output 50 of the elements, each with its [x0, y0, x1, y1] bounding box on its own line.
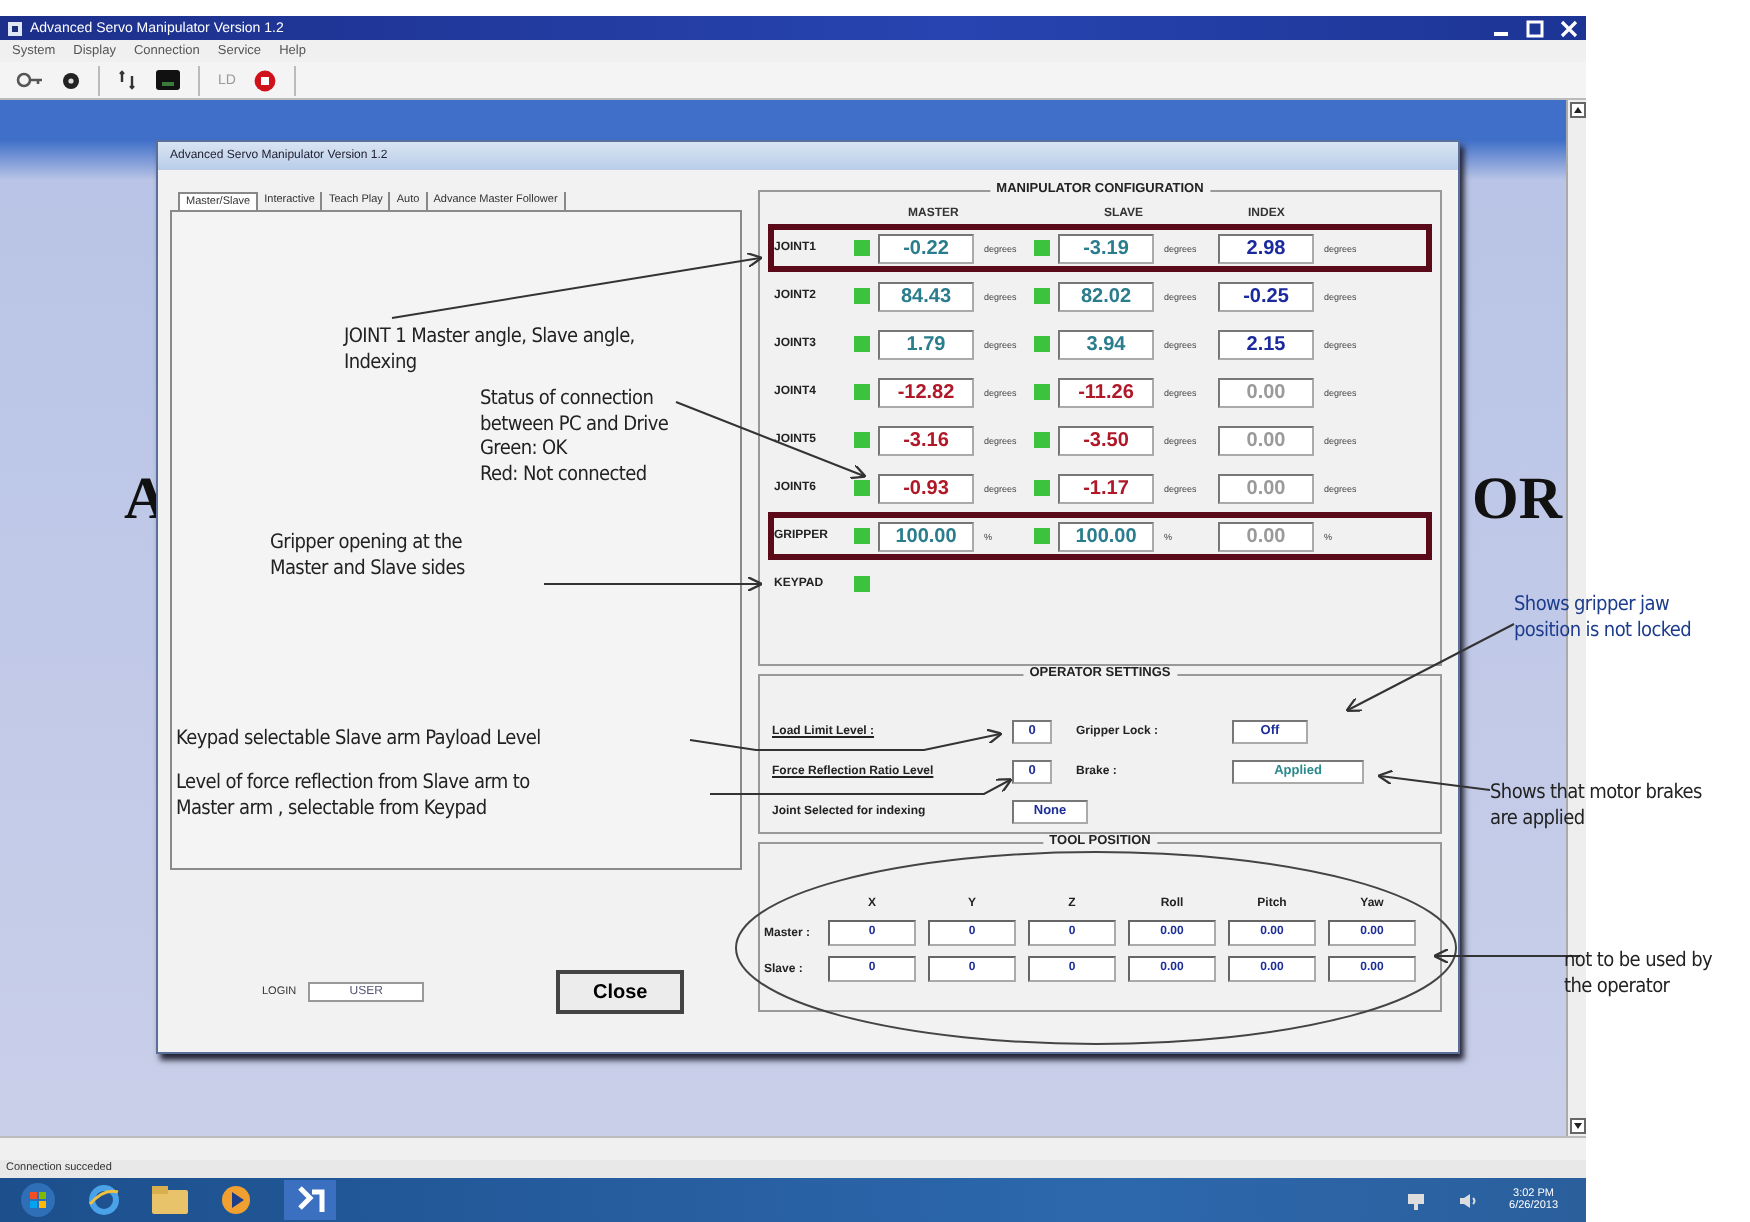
annotation-text: Shows gripper jaw position is not locked — [1514, 594, 1692, 644]
media-player-icon[interactable] — [220, 1184, 252, 1216]
annotation-text: Gripper opening at the Master and Slave sides — [270, 532, 465, 582]
value-field: 3.94 — [1058, 329, 1154, 359]
key-icon[interactable] — [16, 72, 44, 88]
folder-icon[interactable] — [152, 1186, 188, 1214]
value-field: -3.16 — [878, 425, 974, 455]
annotation-text: not to be used by the operator — [1564, 950, 1713, 1000]
value-field: 82.02 — [1058, 281, 1154, 311]
value-field: 84.43 — [878, 281, 974, 311]
annotation-text: Status of connection between PC and Drive Green: OK Red: Not connected — [480, 388, 669, 488]
annotation-text: Shows that motor brakes are applied — [1490, 782, 1702, 832]
leader-line — [1377, 769, 1491, 791]
monitor-icon[interactable] — [156, 70, 180, 90]
value-field: -3.50 — [1058, 425, 1154, 455]
value-field: 0.00 — [1218, 425, 1314, 455]
value-field: -0.25 — [1218, 281, 1314, 311]
annotation-text: JOINT 1 Master angle, Slave angle, Indexing — [344, 326, 635, 376]
scroll-down-icon[interactable] — [1569, 1118, 1585, 1134]
network-icon[interactable] — [1405, 1191, 1426, 1209]
maximize-icon[interactable] — [1526, 19, 1544, 37]
arrows-icon[interactable] — [118, 70, 138, 90]
value-field: -1.17 — [1058, 473, 1154, 503]
value-field: -0.93 — [878, 473, 974, 503]
scroll-up-icon[interactable] — [1569, 102, 1585, 118]
value-field: -11.26 — [1058, 377, 1154, 407]
value-field: -12.82 — [878, 377, 974, 407]
stop-icon[interactable] — [253, 69, 276, 91]
close-button[interactable]: Close — [556, 970, 685, 1014]
annotation-text: Keypad selectable Slave arm Payload Level — [176, 728, 541, 753]
background-heading: OR — [1472, 466, 1562, 534]
annotation-text: Level of force reflection from Slave arm to Master arm , selectable from Keypad — [176, 772, 530, 822]
value-field: 0.00 — [1218, 473, 1314, 503]
browser-icon[interactable] — [88, 1184, 120, 1216]
app-icon[interactable] — [284, 1180, 336, 1220]
value-field: 0.00 — [1218, 521, 1314, 551]
value-field: 100.00 — [878, 521, 974, 551]
value-field: 100.00 — [1058, 521, 1154, 551]
horizontal-scrollbar[interactable] — [0, 1136, 1586, 1160]
start-icon[interactable] — [20, 1182, 56, 1218]
value-field: 2.15 — [1218, 329, 1314, 359]
value-field: 0.00 — [1218, 377, 1314, 407]
value-field: 2.98 — [1218, 233, 1314, 263]
disc-icon[interactable] — [62, 71, 80, 89]
app-icon — [8, 21, 22, 35]
value-field: 1.79 — [878, 329, 974, 359]
value-field: -0.22 — [878, 233, 974, 263]
value-field: -3.19 — [1058, 233, 1154, 263]
speaker-icon[interactable] — [1457, 1191, 1478, 1209]
close-icon[interactable] — [1560, 19, 1578, 37]
